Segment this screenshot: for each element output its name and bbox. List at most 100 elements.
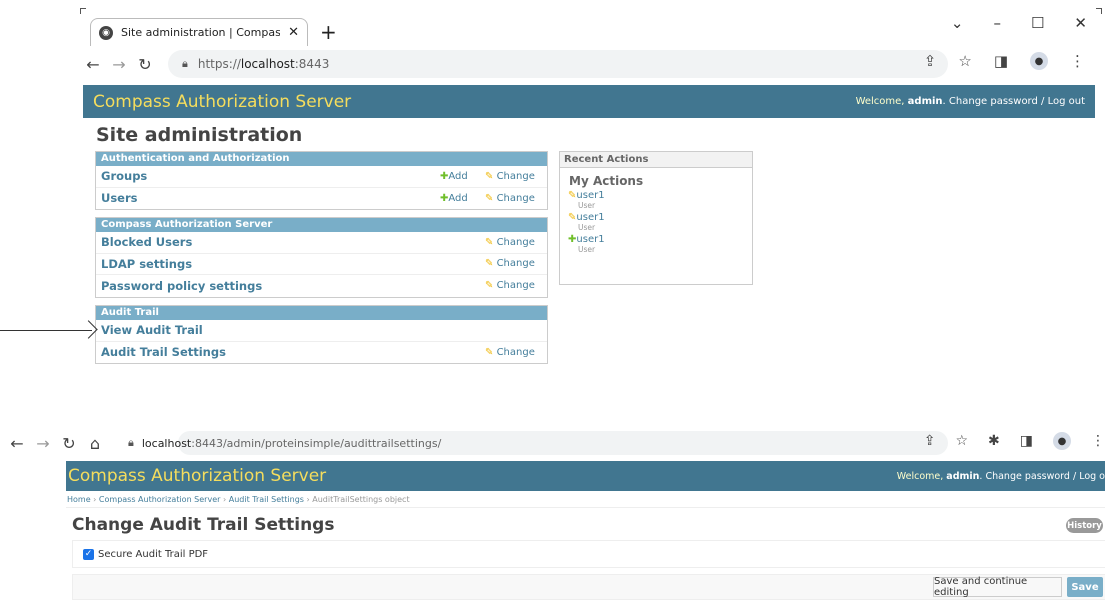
lock-icon: 🔒︎ — [128, 436, 134, 449]
star-icon[interactable]: ☆ — [955, 433, 968, 449]
window-controls: ⌄ – ☐ ✕ — [951, 14, 1087, 32]
table-row: Groups ✚Add ✎ Change — [96, 166, 547, 188]
admin-header-bottom: Compass Authorization Server Welcome, ad… — [66, 461, 1105, 491]
pencil-icon: ✎ — [485, 346, 494, 358]
site-brand[interactable]: Compass Authorization Server — [68, 466, 326, 486]
window-corner — [1096, 8, 1102, 14]
pointer-arrow-line — [0, 330, 92, 331]
change-link[interactable]: ✎ Change — [485, 193, 547, 204]
secure-pdf-label: Secure Audit Trail PDF — [98, 548, 209, 560]
browser-tab[interactable]: ◉ Site administration | Compass Au ✕ — [90, 18, 308, 46]
breadcrumb-home[interactable]: Home — [67, 495, 91, 504]
page-title: Site administration — [96, 124, 303, 146]
maximize-button[interactable]: ☐ — [1031, 14, 1044, 32]
recent-item[interactable]: ✎user1 — [560, 212, 752, 223]
side-panel-icon[interactable]: ◨ — [1020, 433, 1033, 449]
share-icon[interactable]: ⇪ — [924, 433, 936, 449]
extensions-icon[interactable]: ✱ — [988, 433, 1000, 449]
url-bar-bottom[interactable]: 🔒︎ localhost:8443/admin/proteinsimple/au… — [118, 431, 441, 455]
window-corner — [80, 8, 86, 14]
add-link[interactable]: ✚Add — [440, 193, 485, 204]
pencil-icon: ✎ — [485, 258, 494, 270]
side-panel-icon[interactable]: ◨ — [994, 52, 1008, 70]
address-row: ← → ↻ 🔒︎ https://localhost:8443 ⇪ ☆ ◨ ● … — [80, 46, 1105, 82]
star-icon[interactable]: ☆ — [958, 52, 971, 70]
breadcrumb-current: AuditTrailSettings object — [312, 495, 410, 504]
reload-icon[interactable]: ↻ — [132, 55, 158, 74]
recent-item-type: User — [578, 223, 596, 232]
module-auth: Authentication and Authorization Groups … — [95, 151, 548, 210]
change-link[interactable]: ✎ Change — [485, 347, 547, 358]
model-link-ldap-settings[interactable]: LDAP settings — [101, 257, 485, 271]
change-link[interactable]: ✎ Change — [485, 237, 547, 248]
close-window-button[interactable]: ✕ — [1074, 14, 1087, 32]
model-link-view-audit-trail[interactable]: View Audit Trail — [101, 323, 547, 337]
globe-icon: ◉ — [99, 25, 113, 40]
site-brand[interactable]: Compass Authorization Server — [93, 92, 351, 112]
history-button[interactable]: History — [1066, 518, 1103, 533]
my-actions-heading: My Actions — [569, 174, 644, 188]
save-and-continue-button[interactable]: Save and continue editing — [933, 576, 1062, 598]
recent-item-type: User — [578, 201, 596, 210]
recent-actions: Recent Actions My Actions ✎user1 User ✎u… — [559, 151, 753, 285]
module-caption[interactable]: Authentication and Authorization — [96, 152, 547, 166]
table-row: Users ✚Add ✎ Change — [96, 188, 547, 210]
change-link[interactable]: ✎ Change — [485, 280, 547, 291]
menu-dots-icon[interactable]: ⋮ — [1091, 433, 1105, 449]
profile-icon[interactable]: ● — [1030, 52, 1048, 70]
user-tools: Welcome, admin. Change password / Log o — [896, 470, 1105, 482]
menu-dots-icon[interactable]: ⋮ — [1070, 52, 1085, 70]
reload-icon[interactable]: ↻ — [56, 434, 82, 453]
admin-header: Compass Authorization Server Welcome, ad… — [83, 85, 1095, 118]
tab-title: Site administration | Compass Au — [121, 26, 281, 39]
model-link-audit-trail-settings[interactable]: Audit Trail Settings — [101, 345, 485, 359]
page-title: Change Audit Trail Settings — [72, 515, 335, 535]
profile-icon[interactable]: ● — [1053, 432, 1071, 450]
pencil-icon: ✎ — [485, 236, 494, 248]
recent-actions-caption: Recent Actions — [560, 152, 752, 168]
recent-item-type: User — [578, 245, 596, 254]
secure-pdf-checkbox[interactable]: ✓ — [83, 548, 94, 560]
breadcrumb-model[interactable]: Audit Trail Settings — [229, 495, 304, 504]
module-caption[interactable]: Compass Authorization Server — [96, 218, 547, 232]
add-link[interactable]: ✚Add — [440, 171, 485, 182]
browser-toolbar-icons: ⇪ ☆ ◨ ● ⋮ — [924, 52, 1085, 70]
table-row: LDAP settings ✎ Change — [96, 254, 547, 275]
user-tools: Welcome, admin. Change password / Log ou… — [855, 96, 1085, 107]
table-row: Password policy settings ✎ Change — [96, 275, 547, 297]
module-audit-trail: Audit Trail View Audit Trail Audit Trail… — [95, 305, 548, 364]
module-compass: Compass Authorization Server Blocked Use… — [95, 217, 548, 298]
tab-bar: ◉ Site administration | Compass Au ✕ + ⌄… — [80, 0, 1105, 46]
breadcrumb: Home › Compass Authorization Server › Au… — [66, 492, 1105, 508]
recent-item[interactable]: ✚user1 — [560, 234, 752, 245]
browser-toolbar-icons-bottom: ⇪ ☆ ✱ ◨ ● ⋮ — [924, 432, 1105, 450]
back-arrow-icon[interactable]: ← — [4, 434, 30, 453]
url-bar[interactable]: 🔒︎ https://localhost:8443 — [168, 50, 948, 78]
minimize-button[interactable]: – — [993, 14, 1001, 32]
url-text: localhost:8443/admin/proteinsimple/audit… — [141, 436, 442, 450]
breadcrumb-app[interactable]: Compass Authorization Server — [99, 495, 221, 504]
forward-arrow-icon[interactable]: → — [30, 434, 56, 453]
recent-item[interactable]: ✎user1 — [560, 190, 752, 201]
pencil-icon: ✎ — [485, 170, 494, 182]
new-tab-button[interactable]: + — [320, 20, 337, 44]
table-row: View Audit Trail — [96, 320, 547, 342]
chevron-down-icon[interactable]: ⌄ — [951, 14, 964, 32]
model-link-password-policy[interactable]: Password policy settings — [101, 279, 485, 293]
back-arrow-icon[interactable]: ← — [80, 55, 106, 74]
close-tab-icon[interactable]: ✕ — [288, 25, 299, 40]
forward-arrow-icon[interactable]: → — [106, 55, 132, 74]
change-link[interactable]: ✎ Change — [485, 171, 547, 182]
share-icon[interactable]: ⇪ — [924, 52, 937, 70]
model-link-users[interactable]: Users — [101, 191, 440, 205]
change-link[interactable]: ✎ Change — [485, 258, 547, 269]
module-caption[interactable]: Audit Trail — [96, 306, 547, 320]
table-row: Audit Trail Settings ✎ Change — [96, 342, 547, 364]
model-link-blocked-users[interactable]: Blocked Users — [101, 235, 485, 249]
table-row: Blocked Users ✎ Change — [96, 232, 547, 254]
pencil-icon: ✎ — [485, 192, 494, 204]
model-link-groups[interactable]: Groups — [101, 169, 440, 183]
url-text: https://localhost:8443 — [197, 57, 330, 71]
save-button[interactable]: Save — [1067, 577, 1103, 597]
home-icon[interactable]: ⌂ — [82, 434, 108, 453]
